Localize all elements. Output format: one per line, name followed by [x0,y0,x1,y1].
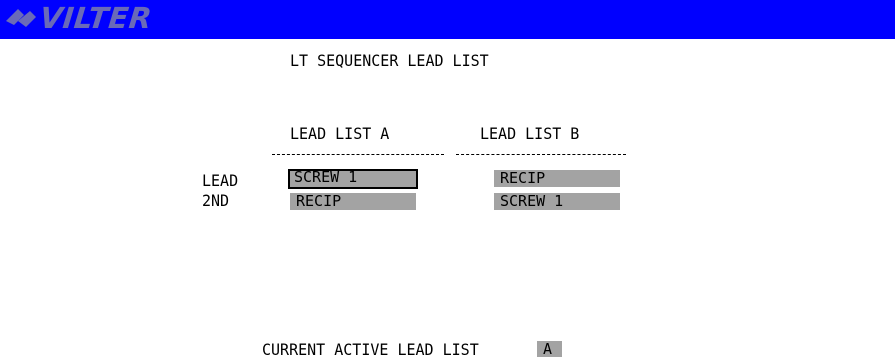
lead-list-b-header: LEAD LIST B [480,123,580,144]
row-label-2nd: 2ND [202,190,230,211]
row-label-lead: LEAD [202,170,239,191]
lead-list-a-header: LEAD LIST A [290,123,390,144]
logo-text: VILTER [38,1,154,35]
lead-list-b-lead-field[interactable]: RECIP [494,170,620,187]
lead-list-b-divider [456,154,626,155]
lead-list-a-divider [272,154,444,155]
lead-list-a-2nd-field[interactable]: RECIP [290,193,416,210]
current-active-lead-list-field[interactable]: A [537,341,562,357]
vilter-logo-icon [6,9,36,27]
current-active-lead-list-label: CURRENT ACTIVE LEAD LIST [262,339,479,360]
header-bar: VILTER [0,0,895,39]
lead-list-b-2nd-field[interactable]: SCREW 1 [494,193,620,210]
page-title: LT SEQUENCER LEAD LIST [290,50,489,71]
vilter-logo: VILTER [4,1,154,35]
lead-list-a-lead-field[interactable]: SCREW 1 [288,169,418,189]
